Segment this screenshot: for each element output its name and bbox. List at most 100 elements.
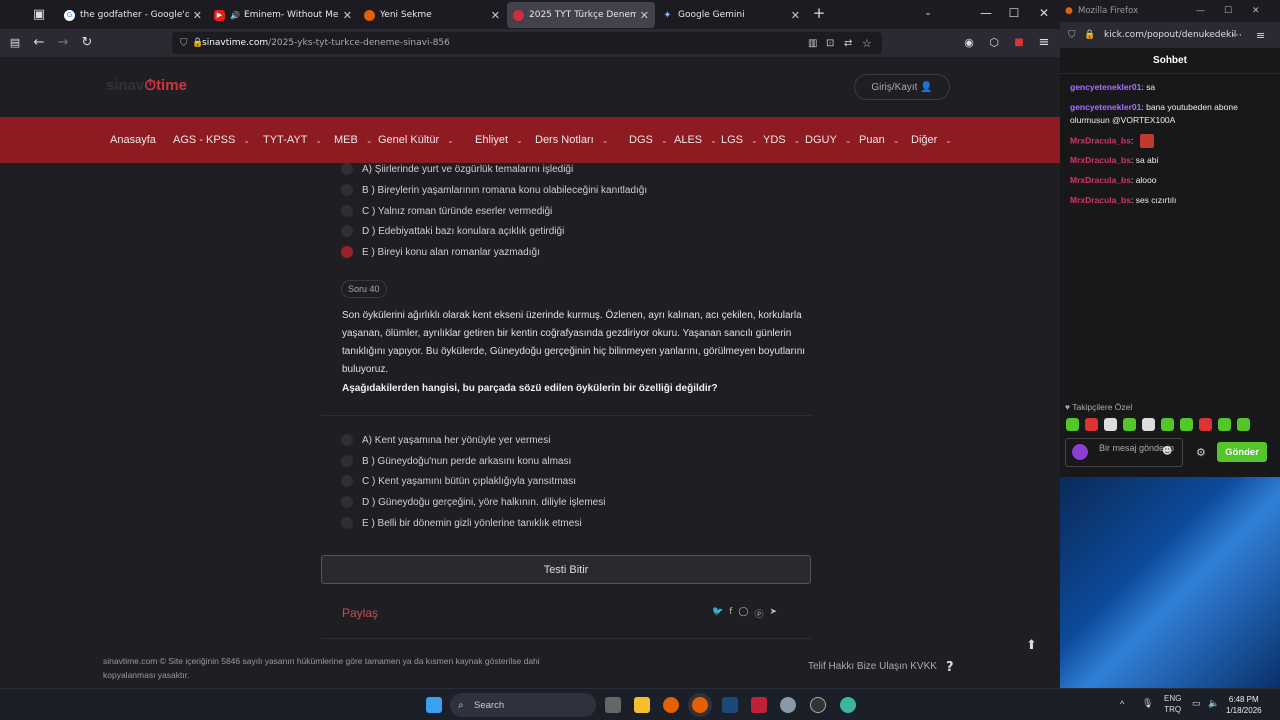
close-icon[interactable]: ✕ [640, 9, 649, 22]
radio-button[interactable] [341, 455, 353, 467]
reader-view-icon[interactable]: ▥ [808, 38, 817, 49]
menu-item-genel-kultur[interactable]: Genel Kültür ⌄ [378, 117, 454, 163]
gear-icon[interactable]: ⚙ [1196, 446, 1206, 459]
file-explorer-icon[interactable] [634, 697, 650, 713]
send-button[interactable]: Gönder [1217, 442, 1267, 462]
microphone-icon[interactable]: 🎙 [1142, 698, 1153, 709]
url-bar[interactable]: ⛉ 🔒 sinavtime.com/2025-yks-tyt-turkce-de… [172, 32, 882, 54]
emote-icon[interactable] [1218, 418, 1231, 431]
radio-button[interactable] [341, 184, 353, 196]
emote-icon[interactable] [1199, 418, 1212, 431]
sidebar-icon[interactable]: ▤ [6, 34, 24, 52]
shield-icon[interactable]: ⛉ [1068, 30, 1076, 41]
help-icon[interactable]: ? [946, 660, 954, 675]
task-view-icon[interactable] [605, 697, 621, 713]
chat-username[interactable]: MrxDracula_bs [1070, 155, 1131, 165]
chat-username[interactable]: MrxDracula_bs [1070, 135, 1131, 145]
close-icon[interactable]: ✕ [193, 9, 202, 22]
radio-button[interactable] [341, 475, 353, 487]
chat-url-bar[interactable]: ⛉ 🔒 kick.com/popout/denukedekil ⋯ ≡ [1060, 22, 1280, 48]
radio-button[interactable] [341, 225, 353, 237]
emote-icon[interactable] [1104, 418, 1117, 431]
facebook-icon[interactable]: f [729, 607, 732, 620]
option-b[interactable]: B ) Güneydoğu'nun perde arkasını konu al… [341, 453, 571, 469]
tab-google[interactable]: G the godfather - Google'da Ara ✕ [58, 2, 208, 28]
microphone-icon[interactable] [1072, 444, 1088, 460]
more-icon[interactable]: ⋯ [1232, 30, 1242, 41]
app-icon[interactable] [840, 697, 856, 713]
emoji-icon[interactable]: ☻ [1162, 446, 1172, 457]
menu-item-tyt-ayt[interactable]: TYT-AYT ⌄ [263, 117, 322, 163]
screenshot-icon[interactable]: ⊡ [826, 38, 834, 49]
option-d[interactable]: D ) Güneydoğu gerçeğini, yöre halkının. … [341, 494, 605, 510]
site-logo[interactable]: sinav⏱time [106, 77, 187, 94]
network-icon[interactable]: ▭ [1192, 698, 1201, 709]
reload-icon[interactable]: ↻ [78, 34, 96, 52]
menu-item-ders-notlari[interactable]: Ders Notları ⌄ [535, 117, 608, 163]
speaker-icon[interactable]: 🔊 [230, 11, 240, 20]
back-icon[interactable]: ← [30, 34, 48, 52]
chevron-down-icon[interactable]: ⌄ [918, 8, 938, 18]
volume-icon[interactable]: 🔈 [1208, 698, 1219, 709]
emote-icon[interactable] [1180, 418, 1193, 431]
chat-username[interactable]: MrxDracula_bs [1070, 195, 1131, 205]
radio-button[interactable] [341, 205, 353, 217]
footer-links[interactable]: Telif Hakkı Bize Ulaşın KVKK [808, 661, 937, 672]
emote-icon[interactable] [1237, 418, 1250, 431]
close-window-icon[interactable]: ✕ [1252, 6, 1260, 16]
menu-item-dgs[interactable]: DGS ⌄ [629, 117, 668, 163]
menu-item-puan[interactable]: Puan ⌄ [859, 117, 899, 163]
tab-gemini[interactable]: ✦ Google Gemini ✕ [656, 2, 806, 28]
emote-icon[interactable] [1142, 418, 1155, 431]
menu-item-meb[interactable]: MEB ⌄ [334, 117, 373, 163]
lock-icon[interactable]: 🔒 [192, 38, 203, 48]
maximize-icon[interactable]: ☐ [1004, 6, 1024, 20]
twitter-icon[interactable]: 🐦 [712, 607, 723, 620]
menu-item-ags-kpss[interactable]: AGS - KPSS ⌄ [173, 117, 250, 163]
close-icon[interactable]: ✕ [343, 9, 352, 22]
taskbar-search[interactable]: ⌕ Search [450, 693, 596, 717]
extensions-icon[interactable]: ⬡ [985, 34, 1003, 52]
menu-item-lgs[interactable]: LGS ⌄ [721, 117, 758, 163]
radio-button[interactable] [341, 163, 353, 175]
minimize-icon[interactable]: — [976, 6, 996, 20]
menu-icon[interactable]: ≡ [1256, 29, 1265, 42]
new-tab-icon[interactable]: + [809, 4, 829, 22]
chat-username[interactable]: gencyetenekler01 [1070, 102, 1141, 112]
tab-youtube[interactable]: ▶ 🔊 Eminem- Without Me REM ✕ [208, 2, 358, 28]
chat-username[interactable]: MrxDracula_bs [1070, 175, 1131, 185]
tab-new[interactable]: Yeni Sekme ✕ [358, 2, 506, 28]
menu-item-yds[interactable]: YDS ⌄ [763, 117, 800, 163]
windows-start-icon[interactable] [426, 697, 442, 713]
settings-icon[interactable] [780, 697, 796, 713]
prev-option-a[interactable]: A) Şiirlerinde yurt ve özgürlük temaları… [341, 161, 573, 177]
radio-button[interactable] [341, 517, 353, 529]
translate-icon[interactable]: ⇄ [844, 38, 852, 49]
prev-option-b[interactable]: B ) Bireylerin yaşamlarının romana konu … [341, 182, 647, 198]
bookmark-star-icon[interactable]: ☆ [862, 37, 872, 50]
menu-item-dguy[interactable]: DGUY ⌄ [805, 117, 851, 163]
option-c[interactable]: C ) Kent yaşamını bütün çıplaklığıyla ya… [341, 473, 576, 489]
xmind-icon[interactable] [751, 697, 767, 713]
language-indicator[interactable]: ENG TRQ [1164, 693, 1181, 715]
clock[interactable]: 6:48 PM 1/18/2026 [1226, 694, 1262, 716]
whatsapp-icon[interactable]: ◯ [738, 607, 748, 620]
chevron-up-icon[interactable]: ^ [1120, 699, 1124, 709]
pinterest-icon[interactable]: ⓟ [754, 607, 763, 620]
menu-item-ales[interactable]: ALES ⌄ [674, 117, 717, 163]
menu-icon[interactable]: ≡ [1035, 34, 1053, 52]
forward-icon[interactable]: → [54, 34, 72, 52]
menu-item-anasayfa[interactable]: Anasayfa [110, 117, 156, 163]
close-window-icon[interactable]: ✕ [1034, 6, 1054, 20]
scroll-to-top-icon[interactable]: ⬆ [1026, 638, 1037, 653]
radio-button[interactable] [341, 496, 353, 508]
addon-badge-icon[interactable]: ■ [1010, 34, 1028, 52]
menu-item-diger[interactable]: Diğer ⌄ [911, 117, 952, 163]
tab-sinavtime[interactable]: 2025 TYT Türkçe Deneme Sınav ✕ [507, 2, 655, 28]
obs-icon[interactable] [810, 697, 826, 713]
emote-icon[interactable] [1161, 418, 1174, 431]
tab-overview-icon[interactable]: ▣ [30, 6, 48, 24]
login-button[interactable]: Giriş/Kayıt 👤 [854, 74, 950, 100]
finish-test-button[interactable]: Testi Bitir [321, 555, 811, 584]
prev-option-e[interactable]: E ) Bireyi konu alan romanlar yazmadığı [341, 244, 540, 260]
